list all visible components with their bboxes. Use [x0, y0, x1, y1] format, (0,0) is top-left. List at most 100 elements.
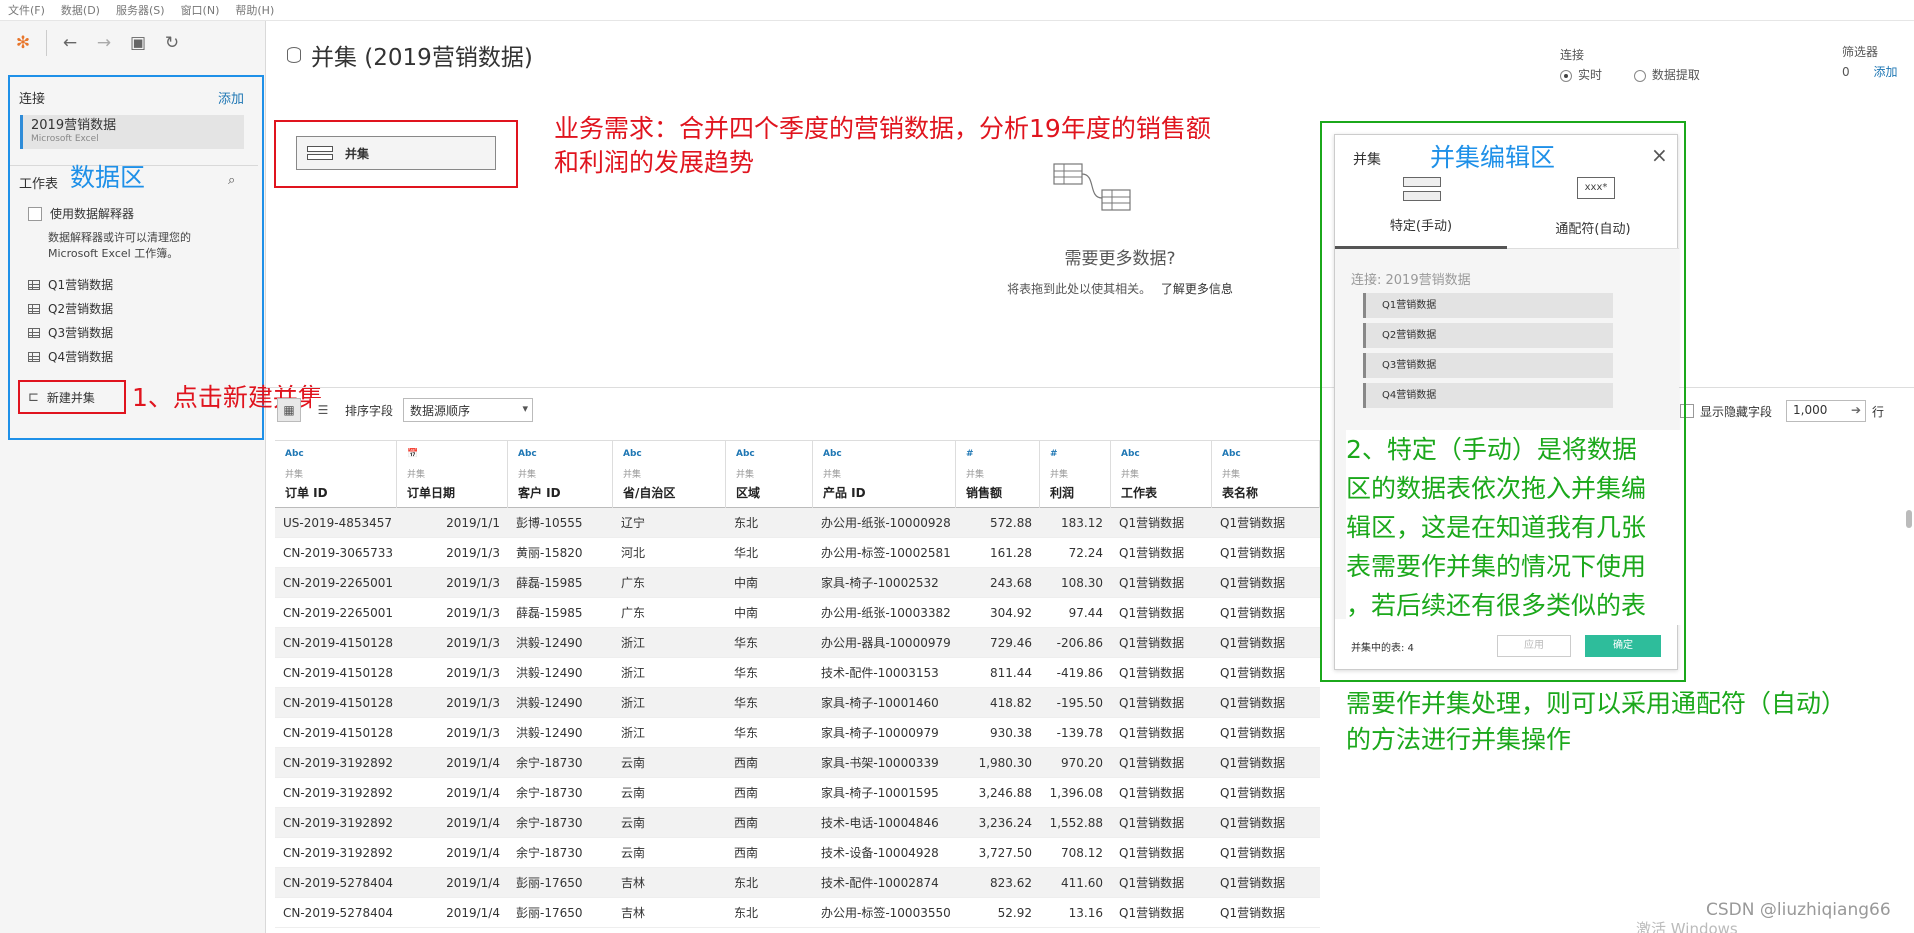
- column-header[interactable]: # 并集 利润: [1040, 441, 1111, 509]
- table-row: CN-2019-5278404 2019/1/4 彭丽-17650 吉林 东北 技术-配件…: [275, 868, 1320, 898]
- table-cell: CN-2019-4150128: [283, 636, 393, 650]
- column-type-icon[interactable]: Abc: [736, 449, 812, 461]
- table-cell: 708.12: [1061, 846, 1103, 860]
- union-icon: [307, 144, 333, 162]
- filters-count: 0: [1842, 65, 1850, 79]
- column-header[interactable]: Abc 并集 客户 ID: [508, 441, 613, 509]
- union-table-item[interactable]: Q3营销数据: [1363, 353, 1613, 378]
- table-cell: 2019/1/3: [446, 576, 500, 590]
- page-title: 并集 (2019营销数据): [287, 38, 533, 72]
- table-cell: 华东: [734, 696, 759, 710]
- table-cell: 云南: [621, 756, 646, 770]
- union-table-item[interactable]: Q2营销数据: [1363, 323, 1613, 348]
- menu-window[interactable]: 窗口(N): [181, 2, 220, 18]
- save-icon[interactable]: ▣: [127, 33, 149, 53]
- table-cell: 云南: [621, 786, 646, 800]
- table-cell: CN-2019-3192892: [283, 846, 393, 860]
- table-cell: 2019/1/3: [446, 636, 500, 650]
- show-hidden-label: 显示隐藏字段: [1700, 404, 1773, 419]
- table-toolbar: ▦ ☰ 排序字段 数据源顺序: [277, 396, 534, 424]
- column-type-icon[interactable]: Abc: [285, 449, 396, 461]
- tableau-logo-icon[interactable]: ✻: [12, 33, 34, 53]
- learn-more-link[interactable]: 了解更多信息: [1161, 282, 1233, 296]
- union-canvas-item[interactable]: 并集: [296, 136, 496, 170]
- table-cell: 办公用-纸张-10003382: [821, 606, 951, 620]
- table-cell: Q1营销数据: [1119, 906, 1185, 920]
- column-name: 工作表: [1121, 486, 1158, 500]
- grid-view-icon[interactable]: ▦: [277, 398, 301, 422]
- column-header[interactable]: Abc 并集 表名称: [1212, 441, 1320, 509]
- menu-server[interactable]: 服务器(S): [116, 2, 165, 18]
- column-source: 并集: [823, 470, 842, 480]
- menu-file[interactable]: 文件(F): [8, 2, 45, 18]
- table-cell: 家具-椅子-10002532: [821, 576, 939, 590]
- need-more-desc-text: 将表拖到此处以使其相关。: [1007, 282, 1152, 296]
- sort-select[interactable]: 数据源顺序: [403, 398, 534, 422]
- list-view-icon[interactable]: ☰: [311, 398, 335, 422]
- table-cell: CN-2019-3192892: [283, 786, 393, 800]
- table-cell: 浙江: [621, 726, 646, 740]
- close-icon[interactable]: ×: [1651, 143, 1668, 167]
- column-type-icon[interactable]: Abc: [1121, 449, 1211, 461]
- menu-help[interactable]: 帮助(H): [235, 2, 274, 18]
- filters-add-link[interactable]: 添加: [1873, 65, 1897, 79]
- table-row: CN-2019-3192892 2019/1/4 余宁-18730 云南 西南 技术-设备…: [275, 838, 1320, 868]
- column-type-icon[interactable]: Abc: [823, 449, 955, 461]
- extract-option[interactable]: 数据提取: [1633, 68, 1700, 82]
- ok-button[interactable]: 确定: [1585, 635, 1661, 657]
- live-radio[interactable]: [1560, 69, 1572, 82]
- table-cell: 729.46: [990, 636, 1032, 650]
- column-type-icon[interactable]: 📅: [407, 449, 507, 461]
- union-table-item[interactable]: Q4营销数据: [1363, 383, 1613, 408]
- vertical-scrollbar[interactable]: [1906, 510, 1912, 528]
- table-cell: US-2019-4853457: [283, 516, 393, 530]
- live-option[interactable]: 实时: [1560, 68, 1602, 82]
- column-name: 订单 ID: [285, 486, 328, 500]
- step2-tail-line-2: 的方法进行并集操作: [1346, 725, 1572, 754]
- database-icon[interactable]: [287, 47, 301, 63]
- csdn-watermark: CSDN @liuzhiqiang66: [1706, 900, 1891, 920]
- page-title-text[interactable]: 并集 (2019营销数据): [311, 38, 533, 72]
- table-cell: CN-2019-2265001: [283, 576, 393, 590]
- column-type-icon[interactable]: Abc: [1222, 449, 1319, 461]
- go-arrow-icon[interactable]: ➔: [1851, 403, 1861, 417]
- data-grid: Abc 并集 订单 ID 📅 并集 订单日期 Abc 并集 客户 ID Abc 并集 省/自治区…: [275, 440, 1320, 928]
- refresh-icon[interactable]: ↻: [161, 33, 183, 53]
- tab-specific[interactable]: 特定(手动): [1335, 175, 1507, 249]
- column-header[interactable]: Abc 并集 产品 ID: [813, 441, 956, 509]
- table-cell: -139.78: [1056, 726, 1103, 740]
- table-cell: 930.38: [990, 726, 1032, 740]
- table-cell: 技术-电话-10004846: [821, 816, 939, 830]
- table-cell: 西南: [734, 786, 759, 800]
- extract-radio[interactable]: [1633, 69, 1646, 82]
- column-header[interactable]: 📅 并集 订单日期: [397, 441, 508, 509]
- column-type-icon[interactable]: #: [1050, 449, 1110, 461]
- forward-arrow-icon[interactable]: →: [93, 33, 115, 53]
- table-cell: Q1营销数据: [1220, 666, 1286, 680]
- column-header[interactable]: Abc 并集 区域: [726, 441, 813, 509]
- table-cell: CN-2019-3192892: [283, 816, 393, 830]
- column-header[interactable]: Abc 并集 订单 ID: [275, 441, 397, 509]
- wildcard-icon: xxx*: [1577, 177, 1615, 199]
- column-type-icon[interactable]: Abc: [518, 449, 612, 461]
- table-cell: Q1营销数据: [1220, 546, 1286, 560]
- business-line-1: 业务需求：合并四个季度的营销数据，分析19年度的销售额: [554, 114, 1211, 143]
- table-row: CN-2019-4150128 2019/1/3 洪毅-12490 浙江 华东 技术-配件…: [275, 658, 1320, 688]
- column-header[interactable]: # 并集 销售额: [956, 441, 1040, 509]
- table-cell: 西南: [734, 846, 759, 860]
- column-type-icon[interactable]: #: [966, 449, 1039, 461]
- union-table-item[interactable]: Q1营销数据: [1363, 293, 1613, 318]
- tab-wildcard[interactable]: xxx* 通配符(自动): [1507, 175, 1679, 249]
- table-cell: 广东: [621, 576, 646, 590]
- menu-data[interactable]: 数据(D): [61, 2, 100, 18]
- column-header[interactable]: Abc 并集 省/自治区: [613, 441, 726, 509]
- column-header[interactable]: Abc 并集 工作表: [1111, 441, 1212, 509]
- table-cell: Q1营销数据: [1119, 576, 1185, 590]
- back-arrow-icon[interactable]: ←: [59, 33, 81, 53]
- rows-input[interactable]: 1,000 ➔: [1786, 400, 1867, 422]
- apply-button[interactable]: 应用: [1497, 635, 1571, 657]
- table-cell: Q1营销数据: [1220, 606, 1286, 620]
- table-cell: 华东: [734, 726, 759, 740]
- column-type-icon[interactable]: Abc: [623, 449, 725, 461]
- table-cell: 家具-书架-10000339: [821, 756, 939, 770]
